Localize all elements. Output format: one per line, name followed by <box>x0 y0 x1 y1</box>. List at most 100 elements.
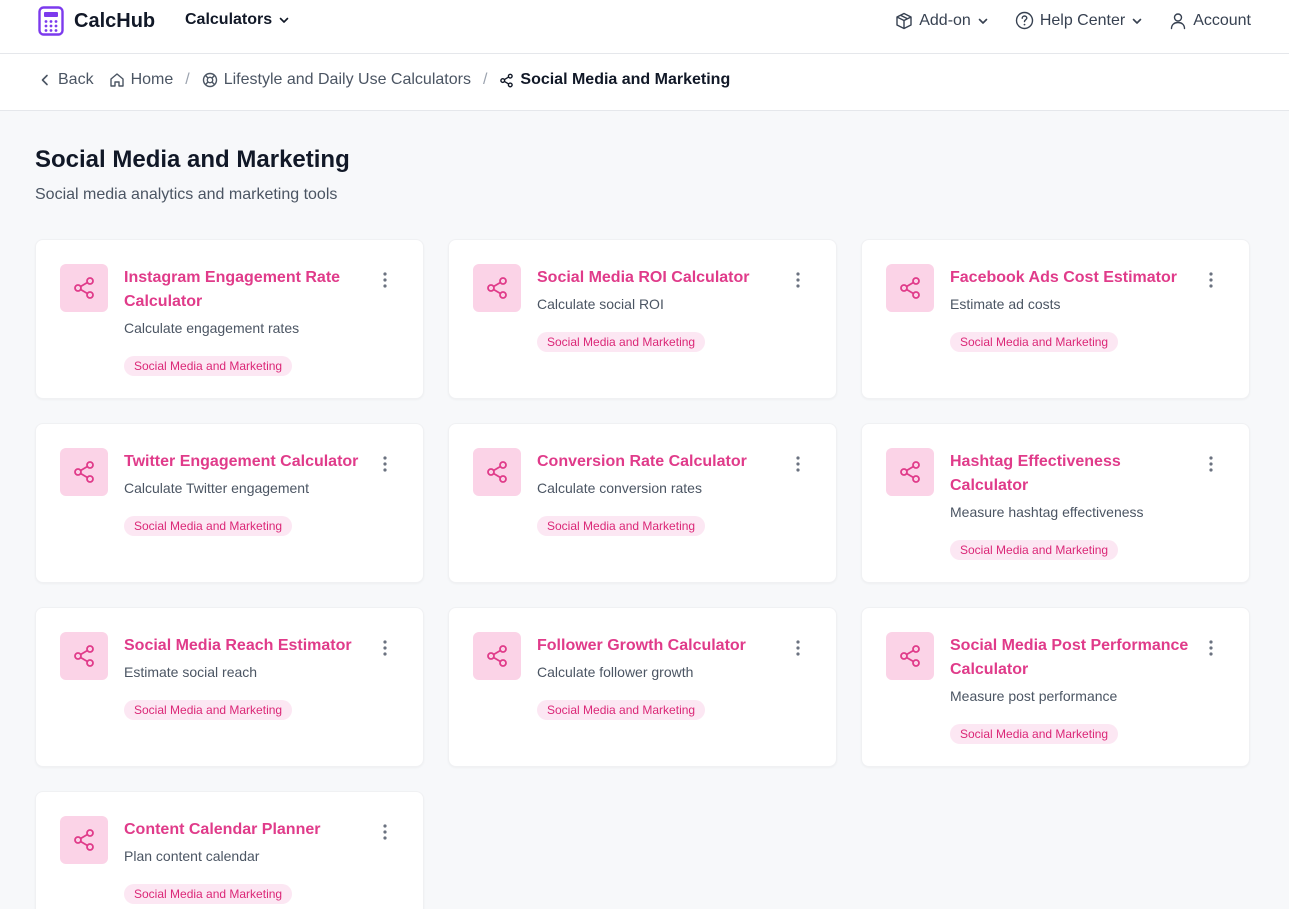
card-title[interactable]: Content Calendar Planner Plan content cal… <box>124 818 364 906</box>
share-icon <box>487 277 507 299</box>
more-vertical-icon <box>1209 272 1213 288</box>
card-title-text: Content Calendar Planner <box>124 821 321 838</box>
card-menu-button[interactable] <box>1201 638 1221 658</box>
card-description: Calculate follower growth <box>537 664 694 680</box>
card-menu-button[interactable] <box>788 454 808 474</box>
card-title-text: Social Media Post Performance Calculator <box>950 637 1189 678</box>
breadcrumb: Back Home / Lifestyle and Daily Use Calc… <box>38 71 730 89</box>
calculator-card[interactable]: Facebook Ads Cost Estimator Estimate ad c… <box>861 239 1250 399</box>
chevron-left-icon <box>41 74 48 86</box>
card-icon-box <box>473 448 521 496</box>
card-icon-box <box>886 632 934 680</box>
chevron-down-icon <box>279 17 289 23</box>
card-title-text: Social Media ROI Calculator <box>537 269 750 286</box>
help-center-menu[interactable]: Help Center <box>1015 11 1143 30</box>
calculator-card[interactable]: Follower Growth Calculator Calculate foll… <box>448 607 837 767</box>
calculator-card[interactable]: Conversion Rate Calculator Calculate conv… <box>448 423 837 583</box>
card-menu-button[interactable] <box>788 270 808 290</box>
card-menu-button[interactable] <box>1201 270 1221 290</box>
breadcrumb-bar: Back Home / Lifestyle and Daily Use Calc… <box>0 54 1289 111</box>
card-title[interactable]: Follower Growth Calculator Calculate foll… <box>537 634 777 722</box>
card-title[interactable]: Instagram Engagement Rate Calculator Calc… <box>124 266 364 378</box>
card-title[interactable]: Social Media Reach Estimator Estimate soc… <box>124 634 364 722</box>
card-description: Calculate social ROI <box>537 296 664 312</box>
card-icon-box <box>60 264 108 312</box>
share-icon <box>500 73 514 87</box>
life-buoy-icon <box>202 72 217 88</box>
share-icon <box>900 277 920 299</box>
card-title-text: Facebook Ads Cost Estimator <box>950 269 1178 286</box>
package-icon <box>896 12 912 29</box>
page-subtitle: Social media analytics and marketing too… <box>35 186 338 203</box>
card-icon-box <box>60 816 108 864</box>
breadcrumb-home[interactable]: Home <box>109 71 173 89</box>
help-center-label: Help Center <box>1039 11 1126 29</box>
card-description: Calculate engagement rates <box>124 320 300 336</box>
card-title[interactable]: Twitter Engagement Calculator Calculate T… <box>124 450 364 538</box>
card-icon-box <box>473 632 521 680</box>
card-title[interactable]: Social Media ROI Calculator Calculate soc… <box>537 266 777 354</box>
card-description: Calculate Twitter engagement <box>124 480 309 496</box>
share-icon <box>900 461 920 483</box>
calculator-card[interactable]: Content Calendar Planner Plan content cal… <box>35 791 424 909</box>
more-vertical-icon <box>796 456 800 472</box>
calculator-card[interactable]: Social Media Post Performance Calculator… <box>861 607 1250 767</box>
card-title[interactable]: Facebook Ads Cost Estimator Estimate ad c… <box>950 266 1190 354</box>
share-icon <box>74 645 94 667</box>
card-menu-button[interactable] <box>788 638 808 658</box>
card-menu-button[interactable] <box>1201 454 1221 474</box>
card-title-text: Social Media Reach Estimator <box>124 637 352 654</box>
more-vertical-icon <box>1209 640 1213 656</box>
card-icon-box <box>886 264 934 312</box>
category-tag: Social Media and Marketing <box>950 332 1119 352</box>
current-label: Social Media and Marketing <box>520 71 731 88</box>
card-description: Estimate ad costs <box>950 296 1061 312</box>
more-vertical-icon <box>1209 456 1213 472</box>
category-tag: Social Media and Marketing <box>124 700 293 720</box>
category-label: Lifestyle and Daily Use Calculators <box>223 71 471 88</box>
back-label: Back <box>58 71 94 88</box>
calculator-icon <box>38 6 64 36</box>
share-icon <box>900 645 920 667</box>
calculator-card[interactable]: Social Media ROI Calculator Calculate soc… <box>448 239 837 399</box>
category-tag: Social Media and Marketing <box>537 700 706 720</box>
card-title[interactable]: Conversion Rate Calculator Calculate conv… <box>537 450 777 538</box>
category-tag: Social Media and Marketing <box>950 724 1119 744</box>
breadcrumb-current: Social Media and Marketing <box>499 71 730 89</box>
calculators-menu[interactable]: Calculators <box>185 11 290 29</box>
share-icon <box>74 277 94 299</box>
card-icon-box <box>473 264 521 312</box>
card-icon-box <box>60 448 108 496</box>
card-menu-button[interactable] <box>375 638 395 658</box>
category-tag: Social Media and Marketing <box>124 516 293 536</box>
more-vertical-icon <box>383 272 387 288</box>
card-title-text: Conversion Rate Calculator <box>537 453 747 470</box>
card-icon-box <box>886 448 934 496</box>
card-menu-button[interactable] <box>375 454 395 474</box>
calculator-card[interactable]: Twitter Engagement Calculator Calculate T… <box>35 423 424 583</box>
back-link[interactable]: Back <box>38 71 94 89</box>
account-menu[interactable]: Account <box>1169 12 1251 30</box>
more-vertical-icon <box>796 640 800 656</box>
calculator-card[interactable]: Instagram Engagement Rate Calculator Calc… <box>35 239 424 399</box>
card-menu-button[interactable] <box>375 822 395 842</box>
calculator-card[interactable]: Hashtag Effectiveness Calculator Measure … <box>861 423 1250 583</box>
top-navbar: CalcHub Calculators Add-on Help Center A… <box>0 0 1289 54</box>
share-icon <box>487 461 507 483</box>
share-icon <box>74 461 94 483</box>
card-title[interactable]: Social Media Post Performance Calculator… <box>950 634 1190 746</box>
breadcrumb-separator: / <box>482 71 488 88</box>
card-menu-button[interactable] <box>375 270 395 290</box>
addon-menu[interactable]: Add-on <box>895 12 989 30</box>
calculators-menu-label: Calculators <box>185 11 273 28</box>
calculator-card[interactable]: Social Media Reach Estimator Estimate soc… <box>35 607 424 767</box>
home-icon <box>109 73 124 87</box>
breadcrumb-category[interactable]: Lifestyle and Daily Use Calculators <box>202 71 471 89</box>
help-circle-icon <box>1015 11 1034 30</box>
account-label: Account <box>1193 11 1251 29</box>
card-title-text: Hashtag Effectiveness Calculator <box>950 453 1121 494</box>
card-icon-box <box>60 632 108 680</box>
addon-label: Add-on <box>919 11 971 29</box>
brand-logo[interactable]: CalcHub <box>38 6 155 36</box>
card-title[interactable]: Hashtag Effectiveness Calculator Measure … <box>950 450 1190 562</box>
